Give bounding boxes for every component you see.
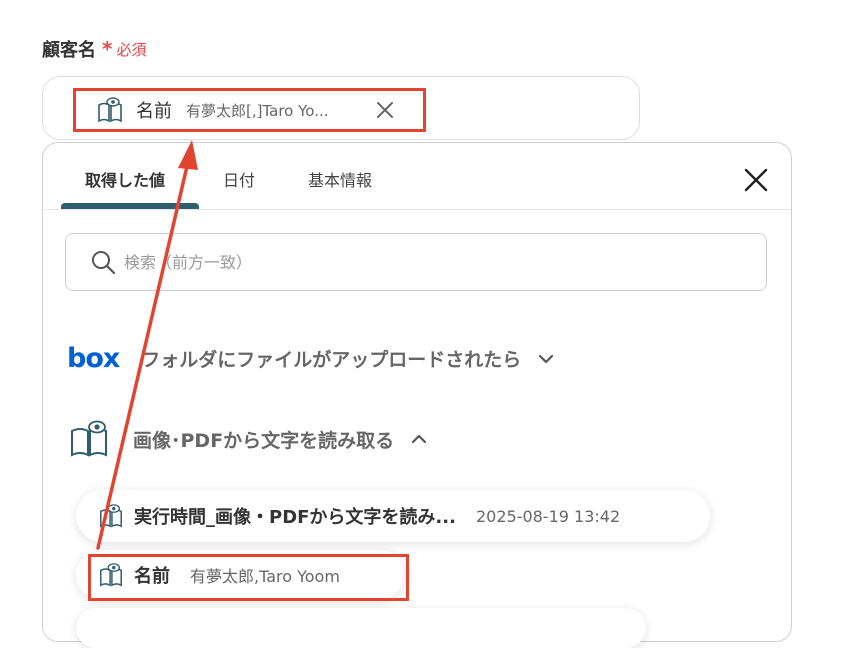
search-input[interactable]: [122, 251, 726, 273]
search-box[interactable]: [65, 233, 767, 291]
item-name: 実行時間_画像・PDFから文字を読み...: [134, 507, 456, 528]
close-icon[interactable]: [743, 167, 769, 193]
list-item-partial[interactable]: [76, 608, 646, 648]
field-label-text: 顧客名: [42, 40, 96, 61]
book-eye-icon: [71, 420, 107, 457]
field-label: 顧客名 * 必須: [42, 36, 146, 62]
search-icon: [92, 251, 116, 275]
item-value: 2025-08-19 13:42: [475, 506, 621, 526]
book-eye-icon: [100, 504, 122, 528]
tab-bar: 取得した値 日付 基本情報: [43, 143, 791, 210]
chevron-up-icon: [412, 434, 427, 444]
required-text: 必須: [116, 40, 147, 59]
active-tab-indicator: [61, 203, 199, 209]
group-title: フォルダにファイルがアップロードされたら: [141, 349, 522, 371]
group-ocr[interactable]: 画像･PDFから文字を読み取る: [69, 419, 428, 459]
chevron-down-icon: [539, 354, 554, 363]
required-star: *: [102, 37, 113, 61]
group-title: 画像･PDFから文字を読み取る: [133, 429, 395, 452]
group-box-trigger[interactable]: box フォルダにファイルがアップロードされたら: [67, 343, 555, 374]
tab-basic-info[interactable]: 基本情報: [308, 167, 372, 191]
tab-date[interactable]: 日付: [223, 167, 255, 191]
chip-highlight: [73, 88, 426, 132]
box-logo: box: [67, 343, 120, 374]
list-item-exec-time[interactable]: 実行時間_画像・PDFから文字を読み... 2025-08-19 13:42: [76, 490, 710, 542]
tab-acquired-values[interactable]: 取得した値: [85, 167, 165, 191]
item-highlight: [88, 554, 409, 601]
